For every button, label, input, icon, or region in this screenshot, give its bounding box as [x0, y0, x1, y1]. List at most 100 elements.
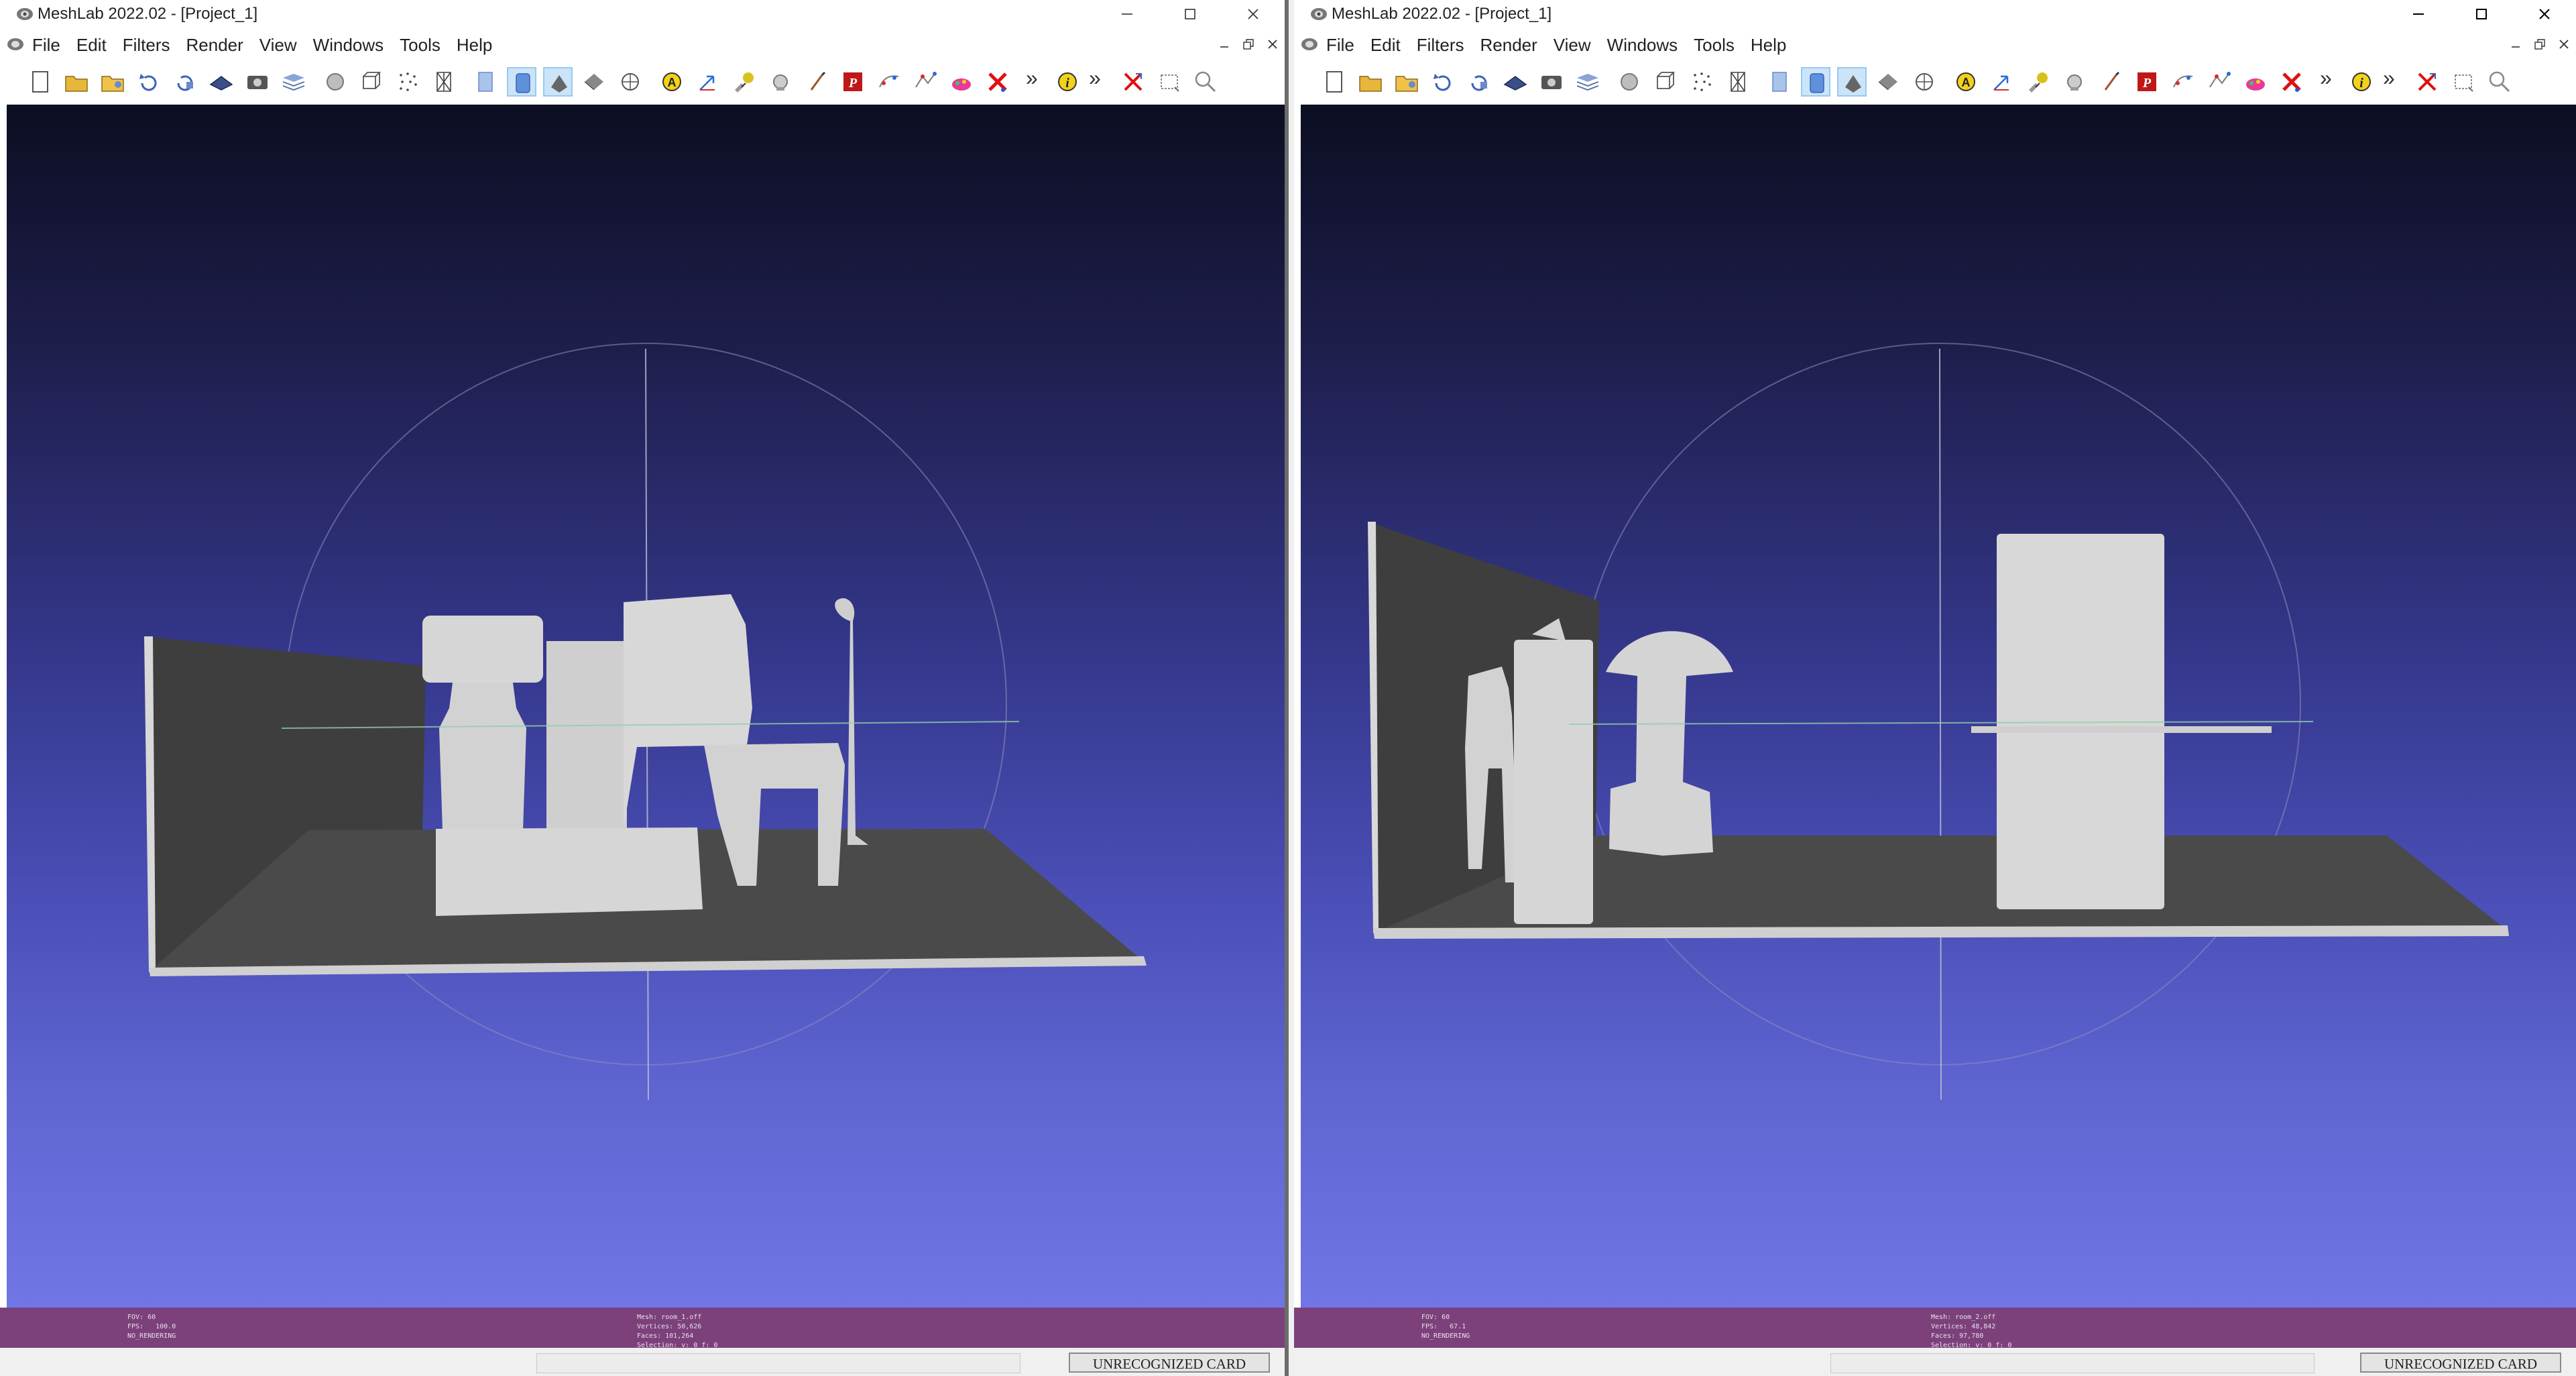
menu-edit[interactable]: Edit — [1370, 34, 1401, 56]
manipulator-button[interactable] — [2241, 67, 2270, 97]
fill-button[interactable] — [1837, 67, 1867, 97]
trackball-button[interactable] — [1987, 67, 2017, 97]
trackball-button[interactable] — [693, 67, 723, 97]
menu-filters[interactable]: Filters — [123, 34, 170, 56]
annotation-button[interactable] — [2024, 67, 2053, 97]
pick-points-button[interactable] — [2205, 67, 2234, 97]
maximize-button[interactable] — [1159, 0, 1222, 28]
raster-icon — [327, 73, 344, 91]
measure-button[interactable] — [2060, 67, 2089, 97]
pick-points-button[interactable] — [911, 67, 940, 97]
texture-button[interactable] — [579, 67, 609, 97]
3d-viewport[interactable] — [7, 105, 1285, 1318]
snapshot-button[interactable] — [1537, 67, 1566, 97]
mutual-info-button[interactable] — [2277, 67, 2306, 97]
menu-render[interactable]: Render — [186, 34, 243, 56]
snapshot-button[interactable] — [243, 67, 272, 97]
manipulator-button[interactable] — [947, 67, 976, 97]
save-mesh-button[interactable] — [207, 67, 236, 97]
main-toolbar: A P » i » — [1301, 62, 2576, 102]
menu-windows[interactable]: Windows — [313, 34, 384, 56]
zoom-region-button[interactable] — [1191, 67, 1220, 97]
layers-button[interactable] — [1573, 67, 1602, 97]
smooth-button[interactable] — [1801, 67, 1830, 97]
menu-view[interactable]: View — [259, 34, 297, 56]
menu-file[interactable]: File — [32, 34, 60, 56]
new-project-button[interactable] — [25, 67, 55, 97]
mdi-restore-button[interactable] — [1239, 35, 1258, 54]
points-button[interactable] — [1687, 67, 1716, 97]
title-bar[interactable]: MeshLab 2022.02 - [Project_1] — [0, 0, 1285, 28]
reload-all-button[interactable] — [1464, 67, 1494, 97]
delete-button[interactable] — [2412, 67, 2442, 97]
info-button[interactable] — [2449, 67, 2478, 97]
open-project-button[interactable] — [62, 67, 91, 97]
flat-button[interactable] — [471, 67, 500, 97]
reload-button[interactable] — [1428, 67, 1458, 97]
menu-file[interactable]: File — [1326, 34, 1354, 56]
raster-button[interactable] — [320, 67, 350, 97]
texture-button[interactable] — [1873, 67, 1903, 97]
menu-filters[interactable]: Filters — [1417, 34, 1464, 56]
light-button[interactable]: A — [1951, 67, 1981, 97]
wireframe-button[interactable] — [429, 67, 459, 97]
color-paint-button[interactable]: i — [1053, 67, 1082, 97]
fill-button[interactable] — [543, 67, 573, 97]
menu-help[interactable]: Help — [1751, 34, 1786, 56]
open-mesh-button[interactable] — [98, 67, 127, 97]
measure-button[interactable] — [766, 67, 795, 97]
menu-tools[interactable]: Tools — [1694, 34, 1735, 56]
close-button[interactable] — [1222, 0, 1285, 28]
info-button[interactable] — [1155, 67, 1184, 97]
mdi-restore-button[interactable] — [2530, 35, 2549, 54]
mdi-minimize-button[interactable] — [2506, 35, 2525, 54]
open-mesh-button[interactable] — [1392, 67, 1421, 97]
annotation-button[interactable] — [729, 67, 759, 97]
reload-all-button[interactable] — [170, 67, 200, 97]
layers-button[interactable] — [279, 67, 308, 97]
menu-view[interactable]: View — [1554, 34, 1591, 56]
menu-edit[interactable]: Edit — [76, 34, 107, 56]
new-project-button[interactable] — [1320, 67, 1349, 97]
toolbar-overflow-icon[interactable]: » — [1089, 66, 1101, 91]
select-faces-button[interactable] — [2096, 67, 2125, 97]
bbox-button[interactable] — [1651, 67, 1680, 97]
color-button[interactable] — [616, 67, 645, 97]
color-paint-button[interactable]: i — [2347, 67, 2376, 97]
close-button[interactable] — [2513, 0, 2576, 28]
maximize-button[interactable] — [2450, 0, 2513, 28]
zoom-region-button[interactable] — [2485, 67, 2514, 97]
minimize-button[interactable] — [1096, 0, 1159, 28]
title-bar[interactable]: MeshLab 2022.02 - [Project_1] — [1294, 0, 2576, 28]
paint-button[interactable] — [2168, 67, 2198, 97]
open-project-button[interactable] — [1356, 67, 1385, 97]
mutual-info-button[interactable] — [983, 67, 1012, 97]
toolbar-overflow-icon[interactable]: » — [2383, 66, 2395, 91]
menu-render[interactable]: Render — [1480, 34, 1537, 56]
select-faces-button[interactable] — [802, 67, 831, 97]
mdi-close-button[interactable] — [1263, 35, 1282, 54]
3d-viewport[interactable] — [1301, 105, 2576, 1318]
menu-help[interactable]: Help — [457, 34, 492, 56]
flat-button[interactable] — [1765, 67, 1794, 97]
align-button[interactable]: P — [2132, 67, 2162, 97]
save-mesh-button[interactable] — [1501, 67, 1530, 97]
toolbar-overflow-icon[interactable]: » — [1026, 66, 1038, 91]
menu-windows[interactable]: Windows — [1607, 34, 1678, 56]
color-button[interactable] — [1910, 67, 1939, 97]
mdi-close-button[interactable] — [2555, 35, 2573, 54]
mdi-minimize-button[interactable] — [1215, 35, 1234, 54]
raster-button[interactable] — [1615, 67, 1644, 97]
bbox-button[interactable] — [357, 67, 386, 97]
menu-tools[interactable]: Tools — [400, 34, 441, 56]
points-button[interactable] — [393, 67, 422, 97]
wireframe-button[interactable] — [1723, 67, 1753, 97]
toolbar-overflow-icon[interactable]: » — [2320, 66, 2332, 91]
minimize-button[interactable] — [2387, 0, 2450, 28]
smooth-button[interactable] — [507, 67, 536, 97]
delete-button[interactable] — [1118, 67, 1148, 97]
light-button[interactable]: A — [657, 67, 687, 97]
reload-button[interactable] — [134, 67, 164, 97]
paint-button[interactable] — [874, 67, 904, 97]
align-button[interactable]: P — [838, 67, 868, 97]
